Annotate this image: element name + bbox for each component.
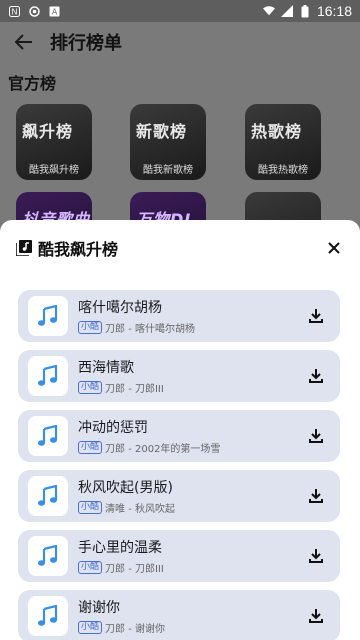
song-item[interactable]: 冲动的惩罚 小酷 刀郎 - 2002年的第一场雪	[18, 410, 340, 462]
chart-tile-hot[interactable]: 热歌榜 酷我热歌榜	[245, 104, 321, 180]
download-icon[interactable]	[306, 546, 326, 566]
song-title: 手心里的温柔	[78, 540, 162, 556]
playlist-icon	[15, 240, 32, 257]
download-icon[interactable]	[306, 426, 326, 446]
bottom-sheet: 酷我飙升榜 喀什噶尔胡杨 小酷刀郎 - 喀什噶尔胡杨 西海情歌 小酷刀郎 -	[0, 220, 360, 640]
song-title: 谢谢你	[78, 600, 120, 616]
signal-icon	[280, 5, 293, 17]
tile-label: 酷我飙升榜	[29, 165, 79, 176]
tile-cover-text: 热歌榜	[251, 122, 303, 141]
quality-badge: 小酷	[78, 561, 103, 574]
music-note-icon	[28, 416, 68, 456]
song-item[interactable]: 谢谢你 小酷 刀郎 - 谢谢你	[18, 590, 340, 640]
tile-label: 酷我热歌榜	[258, 165, 308, 176]
song-meta: 刀郎 - 谢谢你	[105, 624, 165, 635]
quality-badge: 小酷	[78, 381, 103, 394]
quality-badge: 小酷	[78, 441, 103, 454]
quality-badge: 小酷	[78, 501, 103, 514]
chart-tile-new[interactable]: 新歌榜 酷我新歌榜	[130, 104, 206, 180]
download-icon[interactable]	[306, 606, 326, 626]
notification-n-icon: N	[8, 5, 20, 17]
wifi-icon	[262, 5, 275, 17]
tile-cover-text: 新歌榜	[136, 122, 188, 141]
tile-cover-text: 飙升榜	[22, 122, 74, 141]
song-meta: 刀郎 - 喀什噶尔胡杨	[105, 324, 195, 335]
page-title: 排行榜单	[50, 33, 122, 54]
battery-icon	[299, 4, 311, 17]
music-note-icon	[28, 536, 68, 576]
clock: 16:18	[316, 3, 352, 19]
app-bar: 排行榜单	[0, 22, 360, 62]
music-note-icon	[28, 476, 68, 516]
song-item[interactable]: 喀什噶尔胡杨 小酷 刀郎 - 喀什噶尔胡杨	[18, 290, 340, 342]
a-icon: A	[48, 5, 60, 17]
song-title: 秋风吹起(男版)	[78, 480, 173, 496]
music-note-icon	[28, 356, 68, 396]
song-title: 冲动的惩罚	[78, 420, 148, 436]
sheet-title: 酷我飙升榜	[38, 240, 119, 259]
song-item[interactable]: 手心里的温柔 小酷 刀郎 - 刀郎III	[18, 530, 340, 582]
download-icon[interactable]	[306, 366, 326, 386]
download-icon[interactable]	[306, 486, 326, 506]
close-icon[interactable]	[324, 238, 344, 258]
song-title: 西海情歌	[78, 360, 134, 376]
music-note-icon	[28, 296, 68, 336]
song-item[interactable]: 西海情歌 小酷 刀郎 - 刀郎III	[18, 350, 340, 402]
sheet-header: 酷我飙升榜	[15, 236, 344, 260]
back-arrow-icon[interactable]	[14, 32, 34, 52]
svg-text:N: N	[11, 7, 17, 16]
quality-badge: 小酷	[78, 621, 103, 634]
song-meta: 刀郎 - 2002年的第一场雪	[105, 444, 221, 455]
song-title: 喀什噶尔胡杨	[78, 300, 162, 316]
song-meta: 刀郎 - 刀郎III	[105, 384, 164, 395]
svg-text:A: A	[51, 7, 57, 16]
tile-label: 酷我新歌榜	[143, 165, 193, 176]
chart-tile-surge[interactable]: 飙升榜 酷我飙升榜	[16, 104, 92, 180]
music-note-icon	[28, 596, 68, 636]
quality-badge: 小酷	[78, 321, 103, 334]
download-icon[interactable]	[306, 306, 326, 326]
song-meta: 清唯 - 秋风吹起	[105, 504, 175, 515]
status-bar: N A 16:18	[0, 0, 360, 22]
circle-icon	[28, 5, 40, 17]
song-item[interactable]: 秋风吹起(男版) 小酷 清唯 - 秋风吹起	[18, 470, 340, 522]
section-title: 官方榜	[8, 74, 57, 93]
song-meta: 刀郎 - 刀郎III	[105, 564, 164, 575]
